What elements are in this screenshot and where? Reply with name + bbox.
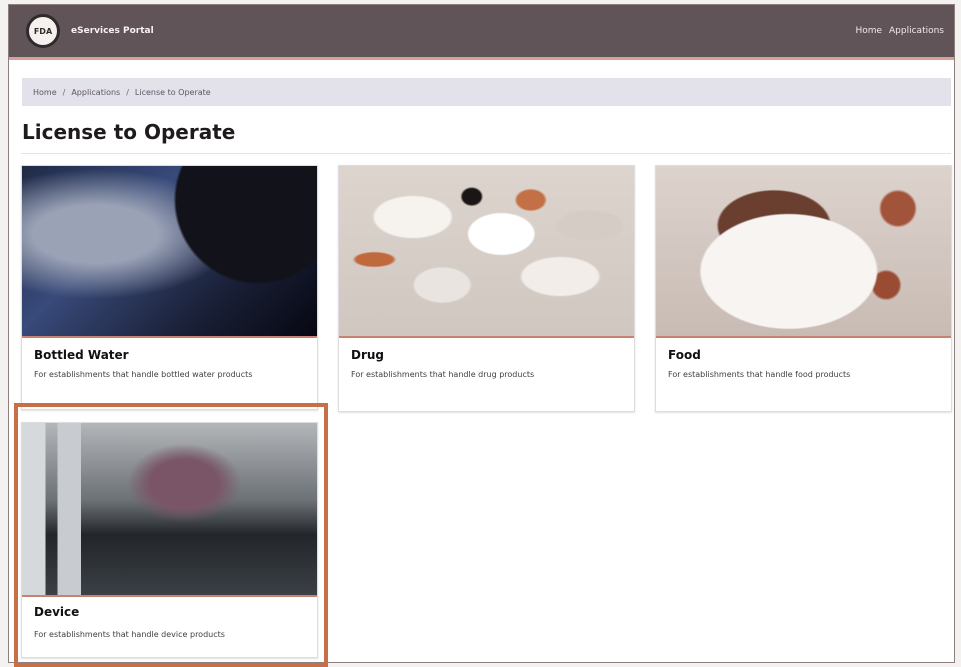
- card-bottled-water[interactable]: Bottled Water For establishments that ha…: [21, 165, 318, 410]
- card-description: For establishments that handle drug prod…: [351, 370, 535, 379]
- brand-name[interactable]: eServices Portal: [71, 26, 154, 36]
- nav-home-link[interactable]: Home: [855, 26, 882, 36]
- card-title: Drug: [351, 348, 385, 362]
- logo[interactable]: FDA: [26, 14, 60, 48]
- drug-image: [339, 166, 634, 338]
- card-food[interactable]: Food For establishments that handle food…: [655, 165, 952, 412]
- card-description: For establishments that handle device pr…: [34, 630, 225, 639]
- card-device[interactable]: Device For establishments that handle de…: [21, 422, 318, 658]
- page-title: License to Operate: [22, 120, 236, 144]
- card-description: For establishments that handle food prod…: [668, 370, 851, 379]
- bottled-water-image: [22, 166, 317, 338]
- card-drug[interactable]: Drug For establishments that handle drug…: [338, 165, 635, 412]
- breadcrumb-applications[interactable]: Applications: [71, 88, 120, 97]
- card-title: Food: [668, 348, 701, 362]
- breadcrumb-home[interactable]: Home: [33, 88, 57, 97]
- food-image: [656, 166, 951, 338]
- nav-links: Home Applications: [855, 26, 944, 36]
- device-image: [22, 423, 317, 597]
- card-title: Bottled Water: [34, 348, 129, 362]
- title-divider: [21, 153, 951, 154]
- breadcrumb-separator: /: [126, 87, 129, 97]
- breadcrumb-current: License to Operate: [134, 87, 211, 97]
- breadcrumb-separator: /: [62, 87, 66, 97]
- breadcrumb: Home / Applications / License to Operate: [22, 78, 951, 106]
- card-description: For establishments that handle bottled w…: [34, 370, 253, 379]
- card-title: Device: [34, 605, 80, 619]
- navbar: FDA eServices Portal Home Applications: [9, 5, 954, 60]
- nav-applications-link[interactable]: Applications: [889, 26, 944, 36]
